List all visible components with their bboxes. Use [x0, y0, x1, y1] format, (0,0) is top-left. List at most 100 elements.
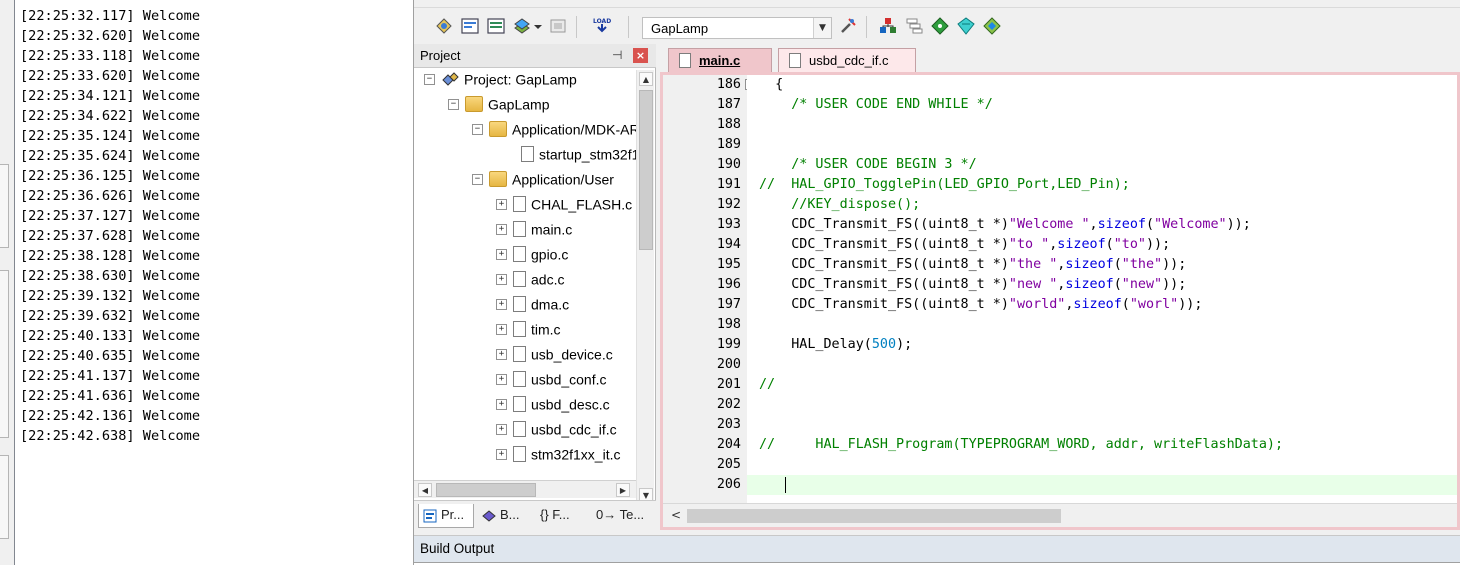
tree-item[interactable]: + usbd_desc.c — [496, 395, 610, 420]
rebuild-icon[interactable] — [486, 16, 506, 36]
tree-horizontal-scrollbar[interactable]: ◀ ▶ — [414, 480, 636, 498]
scroll-thumb[interactable] — [687, 509, 1061, 523]
expand-icon[interactable]: + — [496, 448, 507, 460]
edge-handle[interactable] — [0, 164, 9, 248]
expand-icon[interactable]: + — [496, 298, 507, 310]
stop-build-icon[interactable] — [548, 16, 568, 36]
code-line: CDC_Transmit_FS((uint8_t *)"to ",sizeof(… — [759, 235, 1170, 255]
pack-select-icon[interactable] — [982, 16, 1002, 36]
code-line: CDC_Transmit_FS((uint8_t *)"the ",sizeof… — [759, 255, 1186, 275]
code-line: { — [759, 75, 783, 95]
file-icon — [513, 221, 526, 238]
collapse-icon[interactable]: − — [448, 98, 459, 110]
pin-icon[interactable]: ⊣ — [612, 48, 622, 62]
batch-build-icon[interactable] — [512, 16, 532, 36]
tree-item[interactable]: + tim.c — [496, 320, 561, 345]
tab-main-c[interactable]: main.c — [668, 48, 772, 73]
code-token: sizeof — [1065, 277, 1114, 292]
collapse-icon[interactable]: − — [472, 123, 483, 135]
tree-item[interactable]: startup_stm32f103xb.s — [504, 145, 636, 170]
line-number: 199 — [716, 337, 741, 352]
tree-item[interactable]: + main.c — [496, 220, 572, 245]
code-token: CDC_Transmit_FS((uint8_t *) — [759, 277, 1009, 292]
tab-project[interactable]: Pr... — [418, 504, 474, 528]
expand-icon[interactable]: + — [496, 223, 507, 235]
tab-templates[interactable]: 0→ Te... — [592, 504, 652, 528]
expand-icon[interactable]: + — [496, 348, 507, 360]
editor-horizontal-scrollbar[interactable]: < — [663, 503, 1457, 527]
tree-item[interactable]: − Application/User — [472, 170, 614, 195]
tree-item[interactable]: − Application/MDK-ARM — [472, 120, 636, 145]
expand-icon[interactable]: + — [496, 373, 507, 385]
code-token: ( — [1145, 217, 1155, 232]
chevron-down-icon[interactable]: ▼ — [813, 18, 831, 38]
expand-icon[interactable]: + — [496, 198, 507, 210]
load-download-icon[interactable]: LOAD — [590, 16, 614, 36]
edge-handle[interactable] — [0, 455, 9, 539]
scroll-left-icon[interactable]: ◀ — [418, 483, 432, 497]
tree-item[interactable]: + adc.c — [496, 270, 564, 295]
file-icon — [679, 53, 691, 68]
expand-icon[interactable]: + — [496, 323, 507, 335]
tree-item-label: stm32f1xx_it.c — [531, 446, 621, 463]
project-tree: − Project: GapLamp − GapLamp − Application/MD… — [414, 70, 636, 480]
expand-icon[interactable]: + — [496, 248, 507, 260]
scroll-thumb[interactable] — [436, 483, 536, 497]
manage-project-icon[interactable] — [878, 16, 898, 36]
tree-item[interactable]: + usbd_conf.c — [496, 370, 607, 395]
code-token: "Welcome " — [1008, 217, 1090, 232]
expand-icon[interactable]: + — [496, 273, 507, 285]
code-token: "new " — [1008, 277, 1058, 292]
line-number: 186 — [716, 77, 741, 92]
tree-item[interactable]: − GapLamp — [448, 95, 549, 120]
tree-vertical-scrollbar[interactable]: ▲ ▼ — [636, 70, 654, 508]
tab-functions[interactable]: {} F... — [536, 504, 588, 528]
tree-item[interactable]: + usb_device.c — [496, 345, 613, 370]
tree-item[interactable]: + dma.c — [496, 295, 569, 320]
expand-icon[interactable]: + — [496, 398, 507, 410]
code-token: ( — [1113, 277, 1122, 292]
code-token: )); — [1145, 237, 1171, 252]
code-area[interactable]: { /* USER CODE END WHILE */ /* USER CODE… — [747, 75, 1457, 503]
target-options-icon[interactable] — [838, 16, 858, 36]
collapse-icon[interactable]: − — [424, 73, 435, 85]
receive-text-area[interactable]: [22:25:32.117] Welcome [22:25:32.620] Wel… — [14, 0, 414, 565]
tree-item-label: gpio.c — [531, 246, 569, 263]
tree-item[interactable]: − Project: GapLamp — [424, 70, 577, 95]
tab-usbd-cdc-if-c[interactable]: usbd_cdc_if.c — [778, 48, 916, 73]
pack-installer-icon[interactable] — [956, 16, 976, 36]
edge-handle[interactable] — [0, 270, 9, 438]
build-icon[interactable] — [460, 16, 480, 36]
expand-icon[interactable]: + — [496, 423, 507, 435]
collapse-icon[interactable]: − — [472, 173, 483, 185]
terminal-line: [22:25:42.136] Welcome — [20, 408, 201, 424]
close-icon[interactable]: × — [633, 48, 648, 63]
target-select[interactable]: GapLamp ▼ — [642, 17, 832, 39]
scroll-up-icon[interactable]: ▲ — [639, 72, 653, 86]
translate-icon[interactable] — [434, 16, 454, 36]
tree-item[interactable]: + stm32f1xx_it.c — [496, 445, 620, 470]
line-number: 205 — [716, 457, 741, 472]
tree-item[interactable]: + CHAL_FLASH.c — [496, 195, 632, 220]
scroll-thumb[interactable] — [639, 90, 653, 250]
terminal-line: [22:25:42.638] Welcome — [20, 428, 201, 444]
terminal-line: [22:25:36.125] Welcome — [20, 168, 201, 184]
tree-item[interactable]: + usbd_cdc_if.c — [496, 420, 617, 445]
code-token: "the" — [1121, 257, 1163, 272]
file-extensions-icon[interactable] — [904, 16, 924, 36]
scroll-right-icon[interactable]: ▶ — [616, 483, 630, 497]
line-number: 203 — [716, 417, 741, 432]
panel-tab-bar: Pr... B... {} F... 0→ Te... — [414, 500, 656, 530]
tab-books[interactable]: B... — [478, 504, 532, 528]
chevron-down-icon[interactable] — [532, 16, 544, 36]
terminal-line: [22:25:41.636] Welcome — [20, 388, 201, 404]
file-icon — [513, 421, 526, 438]
code-token: )); — [1178, 297, 1203, 312]
file-icon — [513, 346, 526, 363]
build-toolbar: LOAD GapLamp ▼ — [414, 8, 1460, 44]
scroll-left-icon[interactable]: < — [671, 508, 681, 522]
code-editor: main.c usbd_cdc_if.c 186−187188189190191… — [660, 44, 1460, 530]
tree-item[interactable]: + gpio.c — [496, 245, 568, 270]
green-diamond-icon[interactable] — [930, 16, 950, 36]
tab-books-label: B... — [500, 507, 520, 522]
